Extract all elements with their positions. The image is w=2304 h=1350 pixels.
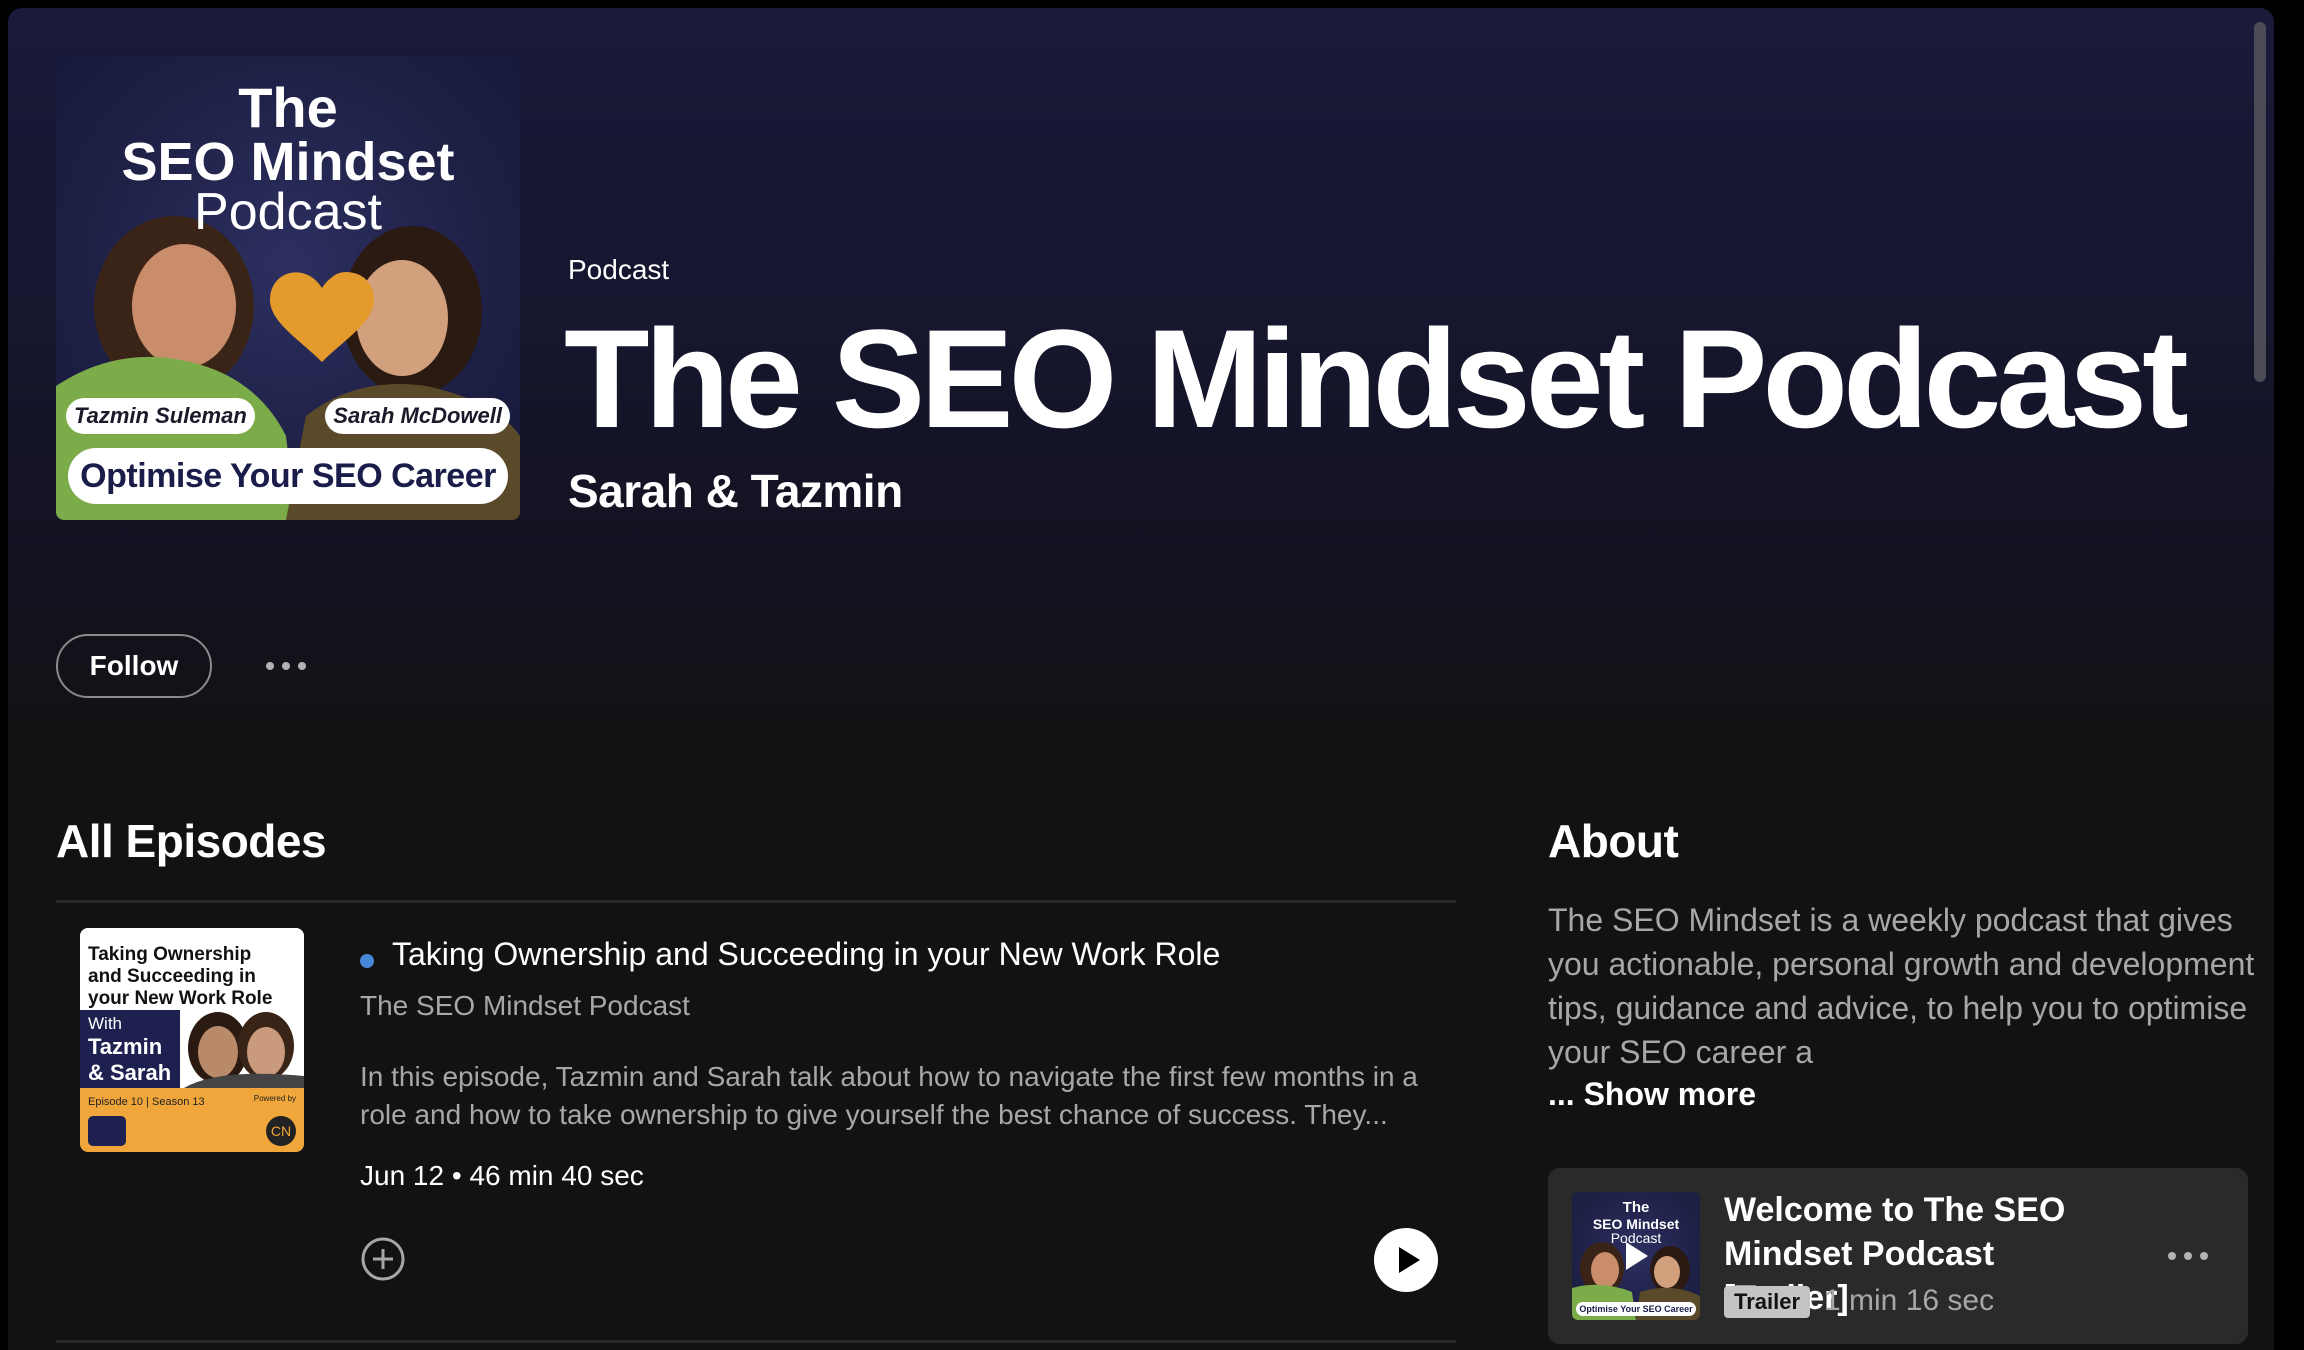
about-heading: About: [1548, 815, 1679, 867]
cover-title-line2: SEO Mindset: [121, 132, 455, 192]
thumb-powered: Powered by: [253, 1094, 296, 1103]
about-description: The SEO Mindset is a weekly podcast that…: [1548, 902, 2255, 1070]
dot: [282, 662, 290, 670]
trailer-thumb-line3: Podcast: [1610, 1230, 1662, 1246]
cover-title-line3: Podcast: [194, 183, 382, 241]
dot: [266, 662, 274, 670]
content-type-label: Podcast: [568, 254, 670, 285]
episode-show-name[interactable]: The SEO Mindset Podcast: [360, 990, 690, 1022]
page-title: The SEO Mindset Podcast: [564, 300, 2189, 457]
trailer-more-options-icon[interactable]: [2168, 1252, 2208, 1260]
dot: [2200, 1252, 2208, 1260]
meta-separator: •: [451, 1160, 462, 1191]
episode-title[interactable]: Taking Ownership and Succeeding in your …: [392, 936, 1220, 973]
trailer-thumbnail: The SEO Mindset Podcast Optimise Your SE…: [1572, 1192, 1700, 1320]
cover-host-left: Tazmin Suleman: [66, 398, 255, 434]
episode-duration: 46 min 40 sec: [469, 1160, 644, 1191]
all-episodes-heading: All Episodes: [56, 815, 327, 867]
podcast-cover-art: The SEO Mindset Podcast Tazmin Suleman S…: [56, 56, 520, 520]
trailer-thumb-banner: Optimise Your SEO Career: [1576, 1302, 1696, 1316]
thumb-season: Episode 10 | Season 13: [88, 1096, 205, 1108]
more-options-icon[interactable]: [266, 662, 306, 670]
trailer-badge: Trailer: [1724, 1286, 1811, 1318]
cover-title-line1: The: [238, 76, 338, 139]
dot: [2168, 1252, 2176, 1260]
follow-button[interactable]: Follow: [56, 634, 212, 698]
podcast-page: The SEO Mindset Podcast Tazmin Suleman S…: [8, 8, 2274, 1350]
episodes-divider-top: [56, 900, 1456, 903]
cover-host-right: Sarah McDowell: [325, 398, 510, 434]
trailer-thumb-line1: The: [1622, 1199, 1650, 1216]
thumb-with: With: [88, 1014, 122, 1033]
dot: [298, 662, 306, 670]
podcast-author[interactable]: Sarah & Tazmin: [568, 464, 903, 518]
episode-meta: Jun 12 • 46 min 40 sec: [360, 1160, 644, 1192]
show-more-link[interactable]: ... Show more: [1548, 1076, 1756, 1113]
thumb-mini-logo: [88, 1116, 126, 1146]
new-episode-dot-icon: [360, 954, 374, 968]
dot: [2184, 1252, 2192, 1260]
trailer-duration: 1 min 16 sec: [1824, 1284, 1995, 1317]
episodes-divider-bottom: [56, 1340, 1456, 1343]
thumb-hosts: Tazmin & Sarah: [88, 1034, 172, 1085]
scrollbar[interactable]: [2254, 22, 2266, 382]
thumb-cn-badge: CN: [266, 1116, 296, 1146]
play-icon: [1399, 1247, 1420, 1273]
play-episode-button[interactable]: [1374, 1228, 1438, 1292]
episode-thumbnail: Taking Ownership and Succeeding in your …: [80, 928, 304, 1152]
trailer-card[interactable]: The SEO Mindset Podcast Optimise Your SE…: [1548, 1168, 2248, 1344]
episode-description: In this episode, Tazmin and Sarah talk a…: [360, 1061, 1418, 1130]
episode-date: Jun 12: [360, 1160, 445, 1191]
cover-banner: Optimise Your SEO Career: [68, 448, 508, 504]
add-to-library-icon[interactable]: [360, 1236, 406, 1282]
